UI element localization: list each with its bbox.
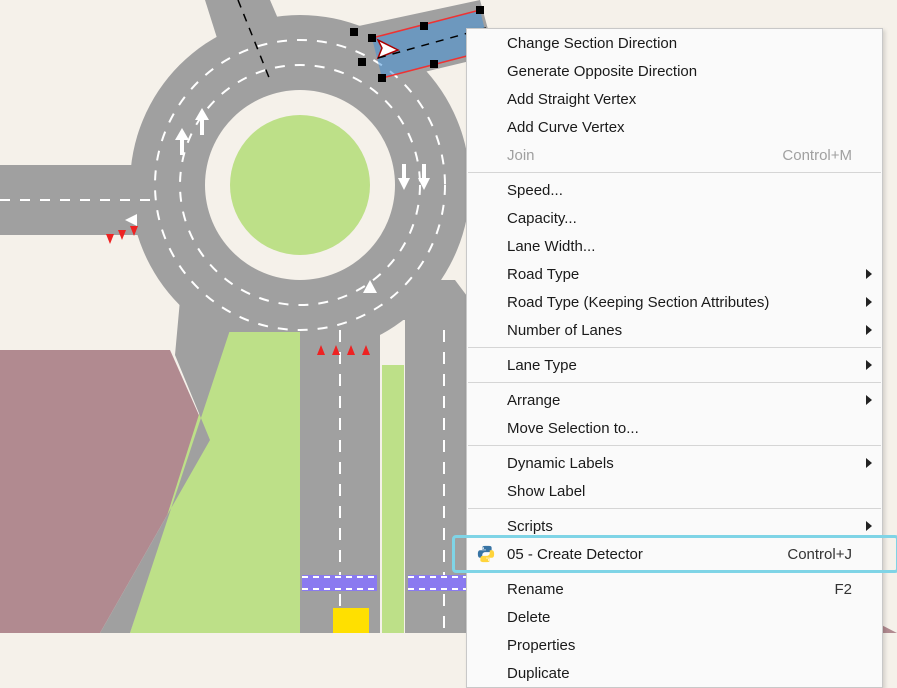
menu-item-label: Add Curve Vertex (507, 119, 625, 136)
menu-item-generate-opposite-direction[interactable]: Generate Opposite Direction (467, 57, 882, 85)
menu-item-properties[interactable]: Properties (467, 631, 882, 659)
chevron-right-icon (866, 458, 872, 468)
menu-item-number-of-lanes[interactable]: Number of Lanes (467, 316, 882, 344)
menu-item-label: Lane Width... (507, 238, 595, 255)
menu-item-dynamic-labels[interactable]: Dynamic Labels (467, 449, 882, 477)
menu-item-lane-type[interactable]: Lane Type (467, 351, 882, 379)
chevron-right-icon (866, 360, 872, 370)
menu-item-shortcut: Control+M (782, 147, 870, 164)
menu-item-label: Add Straight Vertex (507, 91, 636, 108)
menu-item-label: Speed... (507, 182, 563, 199)
chevron-right-icon (866, 395, 872, 405)
menu-item-label: 05 - Create Detector (507, 546, 643, 563)
menu-item-label: Delete (507, 609, 550, 626)
menu-item-label: Show Label (507, 483, 585, 500)
chevron-right-icon (866, 325, 872, 335)
menu-item-label: Dynamic Labels (507, 455, 614, 472)
menu-item-scripts[interactable]: Scripts (467, 512, 882, 540)
menu-item-road-type-keeping-section-attributes[interactable]: Road Type (Keeping Section Attributes) (467, 288, 882, 316)
menu-item-label: Lane Type (507, 357, 577, 374)
menu-item-label: Capacity... (507, 210, 577, 227)
menu-separator (468, 445, 881, 446)
menu-item-label: Road Type (507, 266, 579, 283)
menu-item-capacity[interactable]: Capacity... (467, 204, 882, 232)
menu-item-show-label[interactable]: Show Label (467, 477, 882, 505)
menu-item-label: Number of Lanes (507, 322, 622, 339)
menu-item-lane-width[interactable]: Lane Width... (467, 232, 882, 260)
chevron-right-icon (866, 297, 872, 307)
menu-item-label: Join (507, 147, 535, 164)
menu-separator (468, 347, 881, 348)
menu-item-arrange[interactable]: Arrange (467, 386, 882, 414)
menu-item-label: Change Section Direction (507, 35, 677, 52)
menu-item-label: Move Selection to... (507, 420, 639, 437)
menu-separator (468, 571, 881, 572)
menu-item-label: Scripts (507, 518, 553, 535)
menu-item-delete[interactable]: Delete (467, 603, 882, 631)
menu-item-speed[interactable]: Speed... (467, 176, 882, 204)
menu-item-rename[interactable]: Rename F2 (467, 575, 882, 603)
menu-item-duplicate[interactable]: Duplicate (467, 659, 882, 687)
chevron-right-icon (866, 521, 872, 531)
python-icon (475, 543, 497, 565)
menu-item-05-create-detector[interactable]: 05 - Create Detector Control+J (467, 540, 882, 568)
context-menu: Change Section Direction Generate Opposit… (466, 28, 883, 688)
menu-item-change-section-direction[interactable]: Change Section Direction (467, 29, 882, 57)
chevron-right-icon (866, 269, 872, 279)
menu-item-add-curve-vertex[interactable]: Add Curve Vertex (467, 113, 882, 141)
menu-separator (468, 508, 881, 509)
menu-item-shortcut: F2 (834, 581, 870, 598)
menu-item-join: Join Control+M (467, 141, 882, 169)
menu-item-label: Road Type (Keeping Section Attributes) (507, 294, 769, 311)
menu-separator (468, 382, 881, 383)
menu-item-move-selection-to[interactable]: Move Selection to... (467, 414, 882, 442)
menu-item-shortcut: Control+J (787, 546, 870, 563)
menu-item-road-type[interactable]: Road Type (467, 260, 882, 288)
menu-separator (468, 172, 881, 173)
menu-item-add-straight-vertex[interactable]: Add Straight Vertex (467, 85, 882, 113)
menu-item-label: Properties (507, 637, 575, 654)
menu-item-label: Generate Opposite Direction (507, 63, 697, 80)
menu-item-label: Arrange (507, 392, 560, 409)
menu-item-label: Rename (507, 581, 564, 598)
menu-item-label: Duplicate (507, 665, 570, 682)
